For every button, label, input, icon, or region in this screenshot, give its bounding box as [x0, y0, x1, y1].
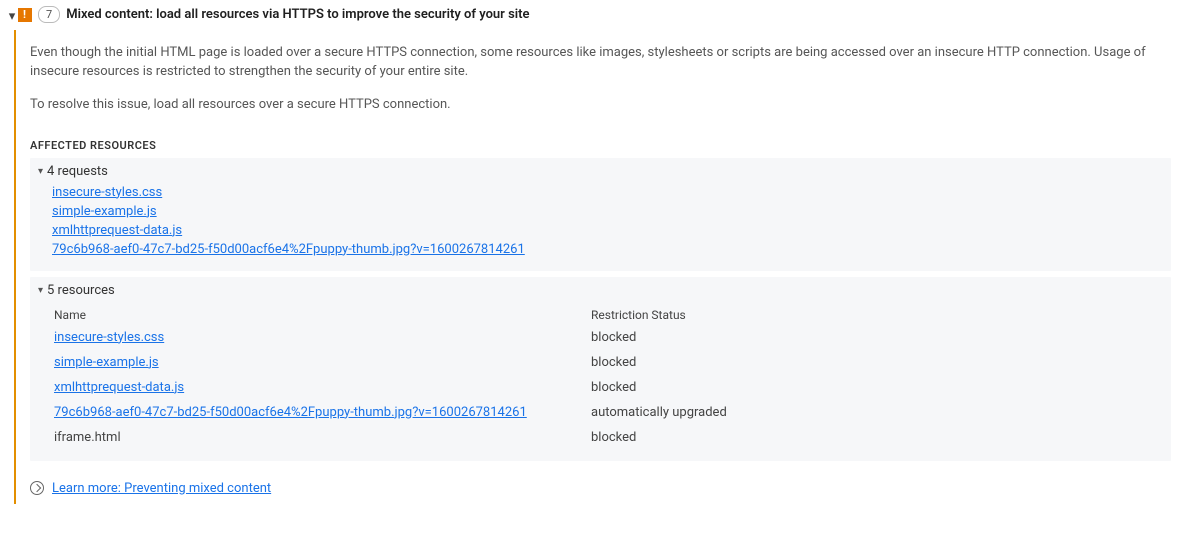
resource-status: blocked [591, 351, 1175, 374]
resource-name: iframe.html [54, 430, 121, 445]
requests-section-title: 4 requests [47, 164, 108, 179]
resources-section: ▾ 5 resources Name Restriction Status in… [30, 277, 1171, 461]
request-link[interactable]: xmlhttprequest-data.js [52, 223, 1163, 238]
resource-link[interactable]: xmlhttprequest-data.js [54, 380, 184, 395]
request-link[interactable]: insecure-styles.css [52, 185, 1163, 200]
resource-row: insecure-styles.css blocked [54, 326, 1175, 349]
resources-section-toggle[interactable]: ▾ 5 resources [38, 283, 1163, 298]
request-link[interactable]: simple-example.js [52, 204, 1163, 219]
issue-count-pill: 7 [38, 6, 60, 23]
resource-status: blocked [591, 376, 1175, 399]
arrow-circle-icon [30, 481, 44, 495]
requests-section-toggle[interactable]: ▾ 4 requests [38, 164, 1163, 179]
resources-section-title: 5 resources [47, 283, 115, 298]
requests-section: ▾ 4 requests insecure-styles.css simple-… [30, 158, 1171, 271]
col-status-header: Restriction Status [591, 306, 1175, 324]
resource-link[interactable]: insecure-styles.css [54, 330, 164, 345]
warning-icon [18, 8, 32, 22]
learn-more-link[interactable]: Learn more: Preventing mixed content [52, 481, 271, 496]
resource-status: blocked [591, 326, 1175, 349]
issue-explanation-2: To resolve this issue, load all resource… [30, 96, 1171, 115]
resource-row: simple-example.js blocked [54, 351, 1175, 374]
resource-row: iframe.html blocked [54, 426, 1175, 449]
issue-title: Mixed content: load all resources via HT… [66, 7, 529, 22]
caret-down-icon: ▾ [38, 166, 43, 177]
resource-link[interactable]: 79c6b968-aef0-47c7-bd25-f50d00acf6e4%2Fp… [54, 405, 527, 420]
resource-row: xmlhttprequest-data.js blocked [54, 376, 1175, 399]
expand-caret[interactable]: ▾ [6, 6, 18, 24]
caret-down-icon: ▾ [38, 285, 43, 296]
resource-status: automatically upgraded [591, 401, 1175, 424]
affected-resources-header: AFFECTED RESOURCES [30, 139, 1171, 152]
col-name-header: Name [54, 306, 589, 324]
resource-status: blocked [591, 426, 1175, 449]
issue-explanation-1: Even though the initial HTML page is loa… [30, 44, 1171, 82]
resource-row: 79c6b968-aef0-47c7-bd25-f50d00acf6e4%2Fp… [54, 401, 1175, 424]
request-link[interactable]: 79c6b968-aef0-47c7-bd25-f50d00acf6e4%2Fp… [52, 242, 1163, 257]
resource-link[interactable]: simple-example.js [54, 355, 159, 370]
